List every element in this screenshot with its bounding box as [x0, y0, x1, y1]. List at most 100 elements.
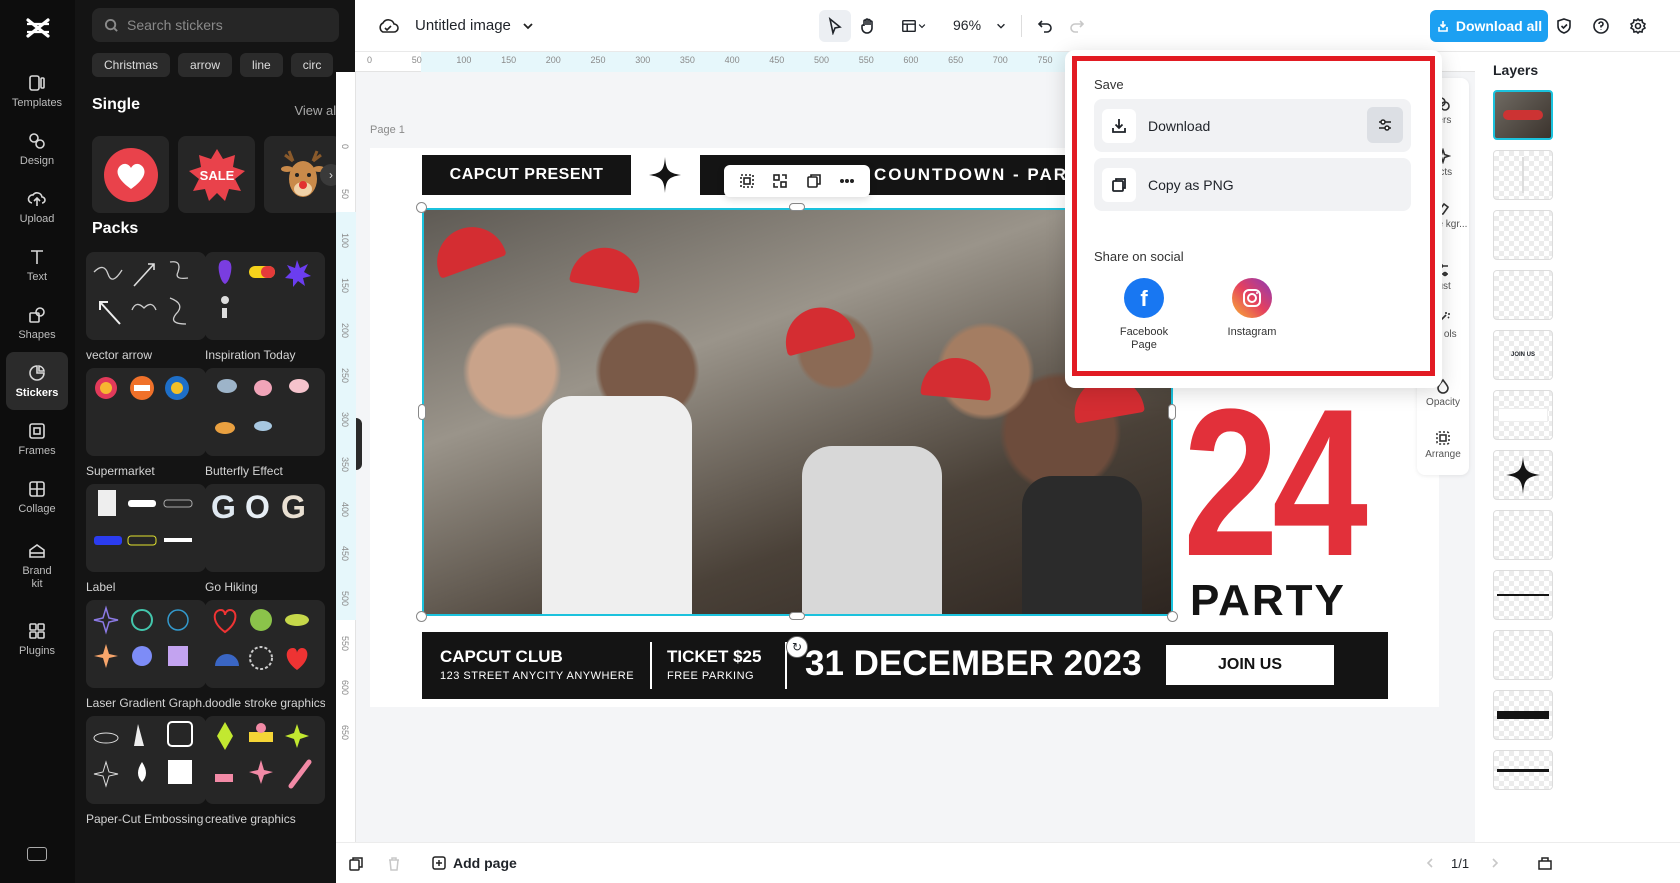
tool-arrange[interactable]: Arrange: [1417, 430, 1469, 460]
chip-line[interactable]: line: [240, 53, 283, 77]
pack-label-stickers[interactable]: Label: [86, 484, 206, 594]
resize-handle-top[interactable]: [789, 203, 805, 211]
rail-item-brand-kit[interactable]: Brand kit: [6, 532, 68, 600]
rail-item-stickers[interactable]: Stickers: [6, 352, 68, 410]
pack-butterfly-effect[interactable]: Butterfly Effect: [205, 368, 325, 478]
pack-creative-graphics[interactable]: creative graphics: [205, 716, 325, 826]
pack-laser-gradient[interactable]: Laser Gradient Graph...: [86, 600, 206, 710]
layer-preview: [1497, 768, 1549, 772]
event-info-bar[interactable]: CAPCUT CLUB 123 STREET ANYCITY ANYWHERE …: [422, 632, 1388, 699]
rail-item-text[interactable]: Text: [6, 236, 68, 294]
download-icon: [1438, 21, 1448, 32]
party-text[interactable]: PARTY: [1190, 576, 1346, 626]
zoom-level[interactable]: 96%: [953, 17, 981, 33]
capcut-logo[interactable]: [24, 14, 52, 42]
layer-item[interactable]: [1493, 150, 1553, 200]
layer-preview-text: JOIN US: [1510, 352, 1535, 358]
chevron-down-icon: [918, 24, 926, 29]
svg-text:G: G: [211, 489, 236, 525]
pack-doodle-stroke[interactable]: doodle stroke graphics: [205, 600, 325, 710]
pages-panel-icon[interactable]: [1536, 855, 1554, 871]
rail-item-plugins[interactable]: Plugins: [6, 610, 68, 668]
prev-page-icon[interactable]: [1423, 856, 1437, 870]
page-label: Page 1: [370, 124, 405, 136]
rail-item-collage[interactable]: Collage: [6, 468, 68, 526]
pack-go-hiking[interactable]: G O G Go Hiking: [205, 484, 325, 594]
sale-sticker-icon: SALE: [188, 148, 245, 201]
redo-button[interactable]: [1061, 10, 1093, 42]
ruler-tick: 550: [340, 635, 350, 651]
layer-item[interactable]: [1493, 390, 1553, 440]
replace-icon[interactable]: [772, 173, 788, 189]
duplicate-icon[interactable]: [806, 173, 822, 189]
layer-line[interactable]: [1493, 750, 1553, 790]
settings-button[interactable]: [1622, 10, 1654, 42]
resize-handle-bottom-left[interactable]: [416, 611, 427, 622]
add-page-button[interactable]: Add page: [431, 855, 517, 871]
pack-vector-arrow[interactable]: vector arrow: [86, 252, 206, 362]
chevron-down-icon[interactable]: [521, 19, 535, 33]
resize-handle-right[interactable]: [1168, 404, 1176, 420]
next-page-icon[interactable]: [1488, 856, 1502, 870]
download-all-button[interactable]: Download all: [1430, 10, 1548, 42]
layer-item[interactable]: [1493, 210, 1553, 260]
add-page-icon: [432, 856, 446, 870]
rail-item-upload[interactable]: Upload: [6, 178, 68, 236]
hand-tool-button[interactable]: [852, 10, 884, 42]
sticker-heart[interactable]: [92, 136, 169, 213]
ruler-tick: 50: [340, 188, 350, 199]
resize-handle-bottom-right[interactable]: [1167, 611, 1178, 622]
shield-button[interactable]: [1548, 10, 1580, 42]
chip-circle[interactable]: circ: [290, 53, 334, 77]
layer-bar[interactable]: [1493, 690, 1553, 740]
single-stickers-row: SALE: [92, 136, 341, 213]
keyboard-shortcuts-icon[interactable]: [27, 847, 47, 861]
more-options-icon[interactable]: [839, 173, 855, 189]
layer-preview: [1503, 110, 1543, 120]
big-24-text[interactable]: 24: [1183, 378, 1368, 588]
resize-handle-left[interactable]: [418, 404, 426, 420]
single-section-title: Single: [92, 96, 141, 113]
rail-item-templates[interactable]: Templates: [6, 62, 68, 120]
toolbar-divider: [1021, 15, 1022, 37]
resize-handle-top-left[interactable]: [416, 202, 427, 213]
pack-supermarket[interactable]: Supermarket: [86, 368, 206, 478]
resize-handle-bottom[interactable]: [789, 612, 805, 620]
layout-dropdown-button[interactable]: [892, 10, 936, 42]
layer-photo[interactable]: [1493, 90, 1553, 140]
club-name: CAPCUT CLUB: [440, 647, 563, 666]
help-button[interactable]: [1585, 10, 1617, 42]
chip-christmas[interactable]: Christmas: [92, 53, 171, 77]
pack-inspiration-today[interactable]: Inspiration Today: [205, 252, 325, 362]
rail-item-shapes[interactable]: Shapes: [6, 294, 68, 352]
view-all-link[interactable]: View all: [294, 103, 339, 118]
layer-join-us[interactable]: JOIN US: [1493, 330, 1553, 380]
rail-label: Plugins: [18, 644, 56, 657]
rail-item-frames[interactable]: Frames: [6, 410, 68, 468]
design-icon: [29, 132, 45, 149]
trash-icon[interactable]: [386, 856, 402, 872]
rail-item-design[interactable]: Design: [6, 120, 68, 178]
download-all-label: Download all: [1455, 18, 1543, 34]
layer-star[interactable]: [1493, 450, 1553, 500]
undo-button[interactable]: [1029, 10, 1061, 42]
capcut-present-text[interactable]: CAPCUT PRESENT: [422, 155, 631, 195]
duplicate-page-icon[interactable]: [348, 856, 364, 872]
sticker-sale[interactable]: SALE: [178, 136, 255, 213]
rotate-handle[interactable]: ↻: [786, 636, 808, 658]
search-stickers-input[interactable]: Search stickers: [92, 8, 339, 42]
select-tool-button[interactable]: [819, 10, 851, 42]
layer-line[interactable]: [1493, 570, 1553, 620]
cloud-sync-icon[interactable]: [377, 16, 399, 36]
document-title[interactable]: Untitled image: [415, 17, 511, 34]
pack-paper-cut[interactable]: Paper-Cut Embossing: [86, 716, 206, 826]
crop-select-icon[interactable]: [739, 173, 755, 189]
zoom-dropdown-button[interactable]: [985, 10, 1017, 42]
layer-item[interactable]: [1493, 270, 1553, 320]
chip-arrow[interactable]: arrow: [178, 53, 233, 77]
layer-item[interactable]: [1493, 630, 1553, 680]
redo-icon: [1070, 20, 1085, 33]
event-date: 31 DECEMBER 2023: [805, 644, 1142, 683]
layer-item[interactable]: [1493, 510, 1553, 560]
sparkle-star-icon[interactable]: [649, 157, 681, 193]
